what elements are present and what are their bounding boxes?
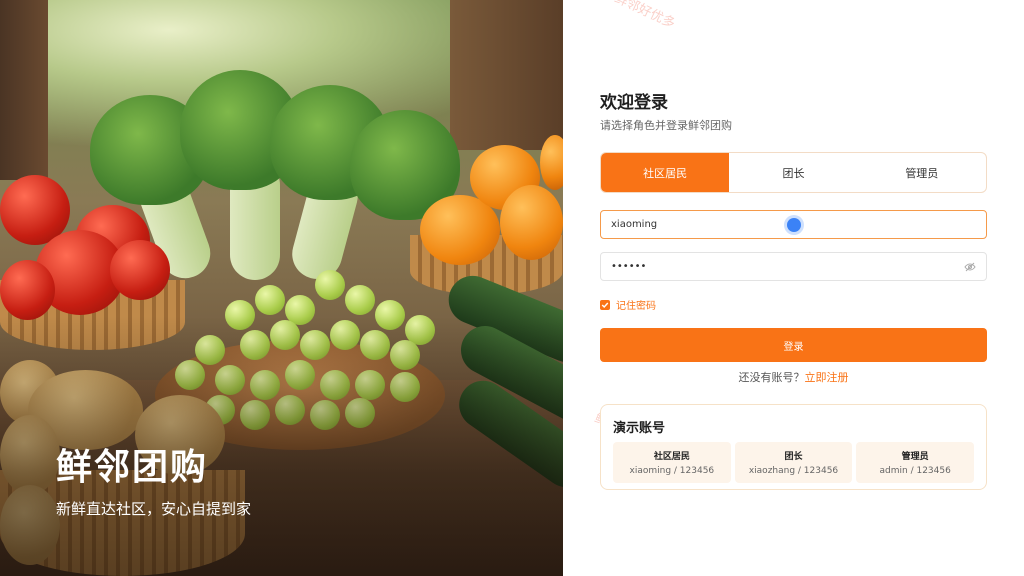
orange: [540, 135, 563, 190]
register-link[interactable]: 立即注册: [805, 371, 849, 384]
demo-account-card[interactable]: 社区居民 xiaoming / 123456: [613, 442, 731, 483]
register-prompt: 还没有账号？立即注册: [563, 369, 1024, 385]
hero-subtitle: 新鲜直达社区，安心自提到家: [56, 500, 252, 518]
role-tab-admin[interactable]: 管理员: [858, 153, 986, 192]
grape: [315, 270, 345, 300]
orange: [500, 185, 563, 260]
wood-post-left: [0, 0, 48, 180]
grape: [255, 285, 285, 315]
demo-account-credential: admin / 123456: [879, 466, 951, 476]
register-text: 还没有账号？: [738, 371, 805, 384]
password-field[interactable]: ••••••: [600, 252, 987, 281]
remember-label: 记住密码: [616, 301, 656, 312]
login-panel: 鲜邻好优多 鲜邻好优多 欢迎登录 请选择角色并登录鲜邻团购 社区居民 团长 管理…: [563, 0, 1024, 576]
password-input[interactable]: ••••••: [611, 261, 646, 272]
login-subtitle: 请选择角色并登录鲜邻团购: [600, 119, 732, 132]
hero-image: 鲜邻团购 新鲜直达社区，安心自提到家: [0, 0, 563, 576]
tomato: [110, 240, 170, 300]
demo-accounts: 演示账号 社区居民 xiaoming / 123456 团长 xiaozhang…: [600, 404, 987, 490]
role-tab-resident[interactable]: 社区居民: [601, 153, 730, 192]
demo-account-credential: xiaoming / 123456: [629, 466, 715, 476]
watermark: 鲜邻好优多: [612, 0, 678, 32]
login-button[interactable]: 登录: [600, 328, 987, 362]
demo-account-card[interactable]: 管理员 admin / 123456: [856, 442, 975, 483]
hide-password-icon[interactable]: [964, 261, 976, 273]
demo-account-card[interactable]: 团长 xiaozhang / 123456: [734, 442, 853, 483]
role-tab-leader[interactable]: 团长: [729, 153, 857, 192]
remember-password[interactable]: 记住密码: [600, 297, 656, 312]
demo-account-role: 社区居民: [653, 452, 690, 462]
demo-title: 演示账号: [613, 421, 666, 436]
login-page: 鲜邻团购 新鲜直达社区，安心自提到家 鲜邻好优多 鲜邻好优多 欢迎登录 请选择角…: [0, 0, 1024, 576]
demo-account-role: 团长: [784, 452, 803, 462]
grape: [345, 285, 375, 315]
check-icon: [601, 302, 609, 308]
remember-checkbox[interactable]: [600, 299, 610, 310]
hero-title: 鲜邻团购: [56, 447, 209, 488]
wood-post-right: [450, 0, 563, 150]
pointer-indicator: [787, 218, 801, 232]
login-title: 欢迎登录: [600, 93, 668, 113]
role-selector: 社区居民 团长 管理员: [600, 152, 987, 193]
username-field[interactable]: [600, 210, 987, 239]
demo-account-role: 管理员: [901, 452, 929, 462]
demo-account-credential: xiaozhang / 123456: [748, 466, 839, 476]
tomato: [0, 260, 55, 320]
